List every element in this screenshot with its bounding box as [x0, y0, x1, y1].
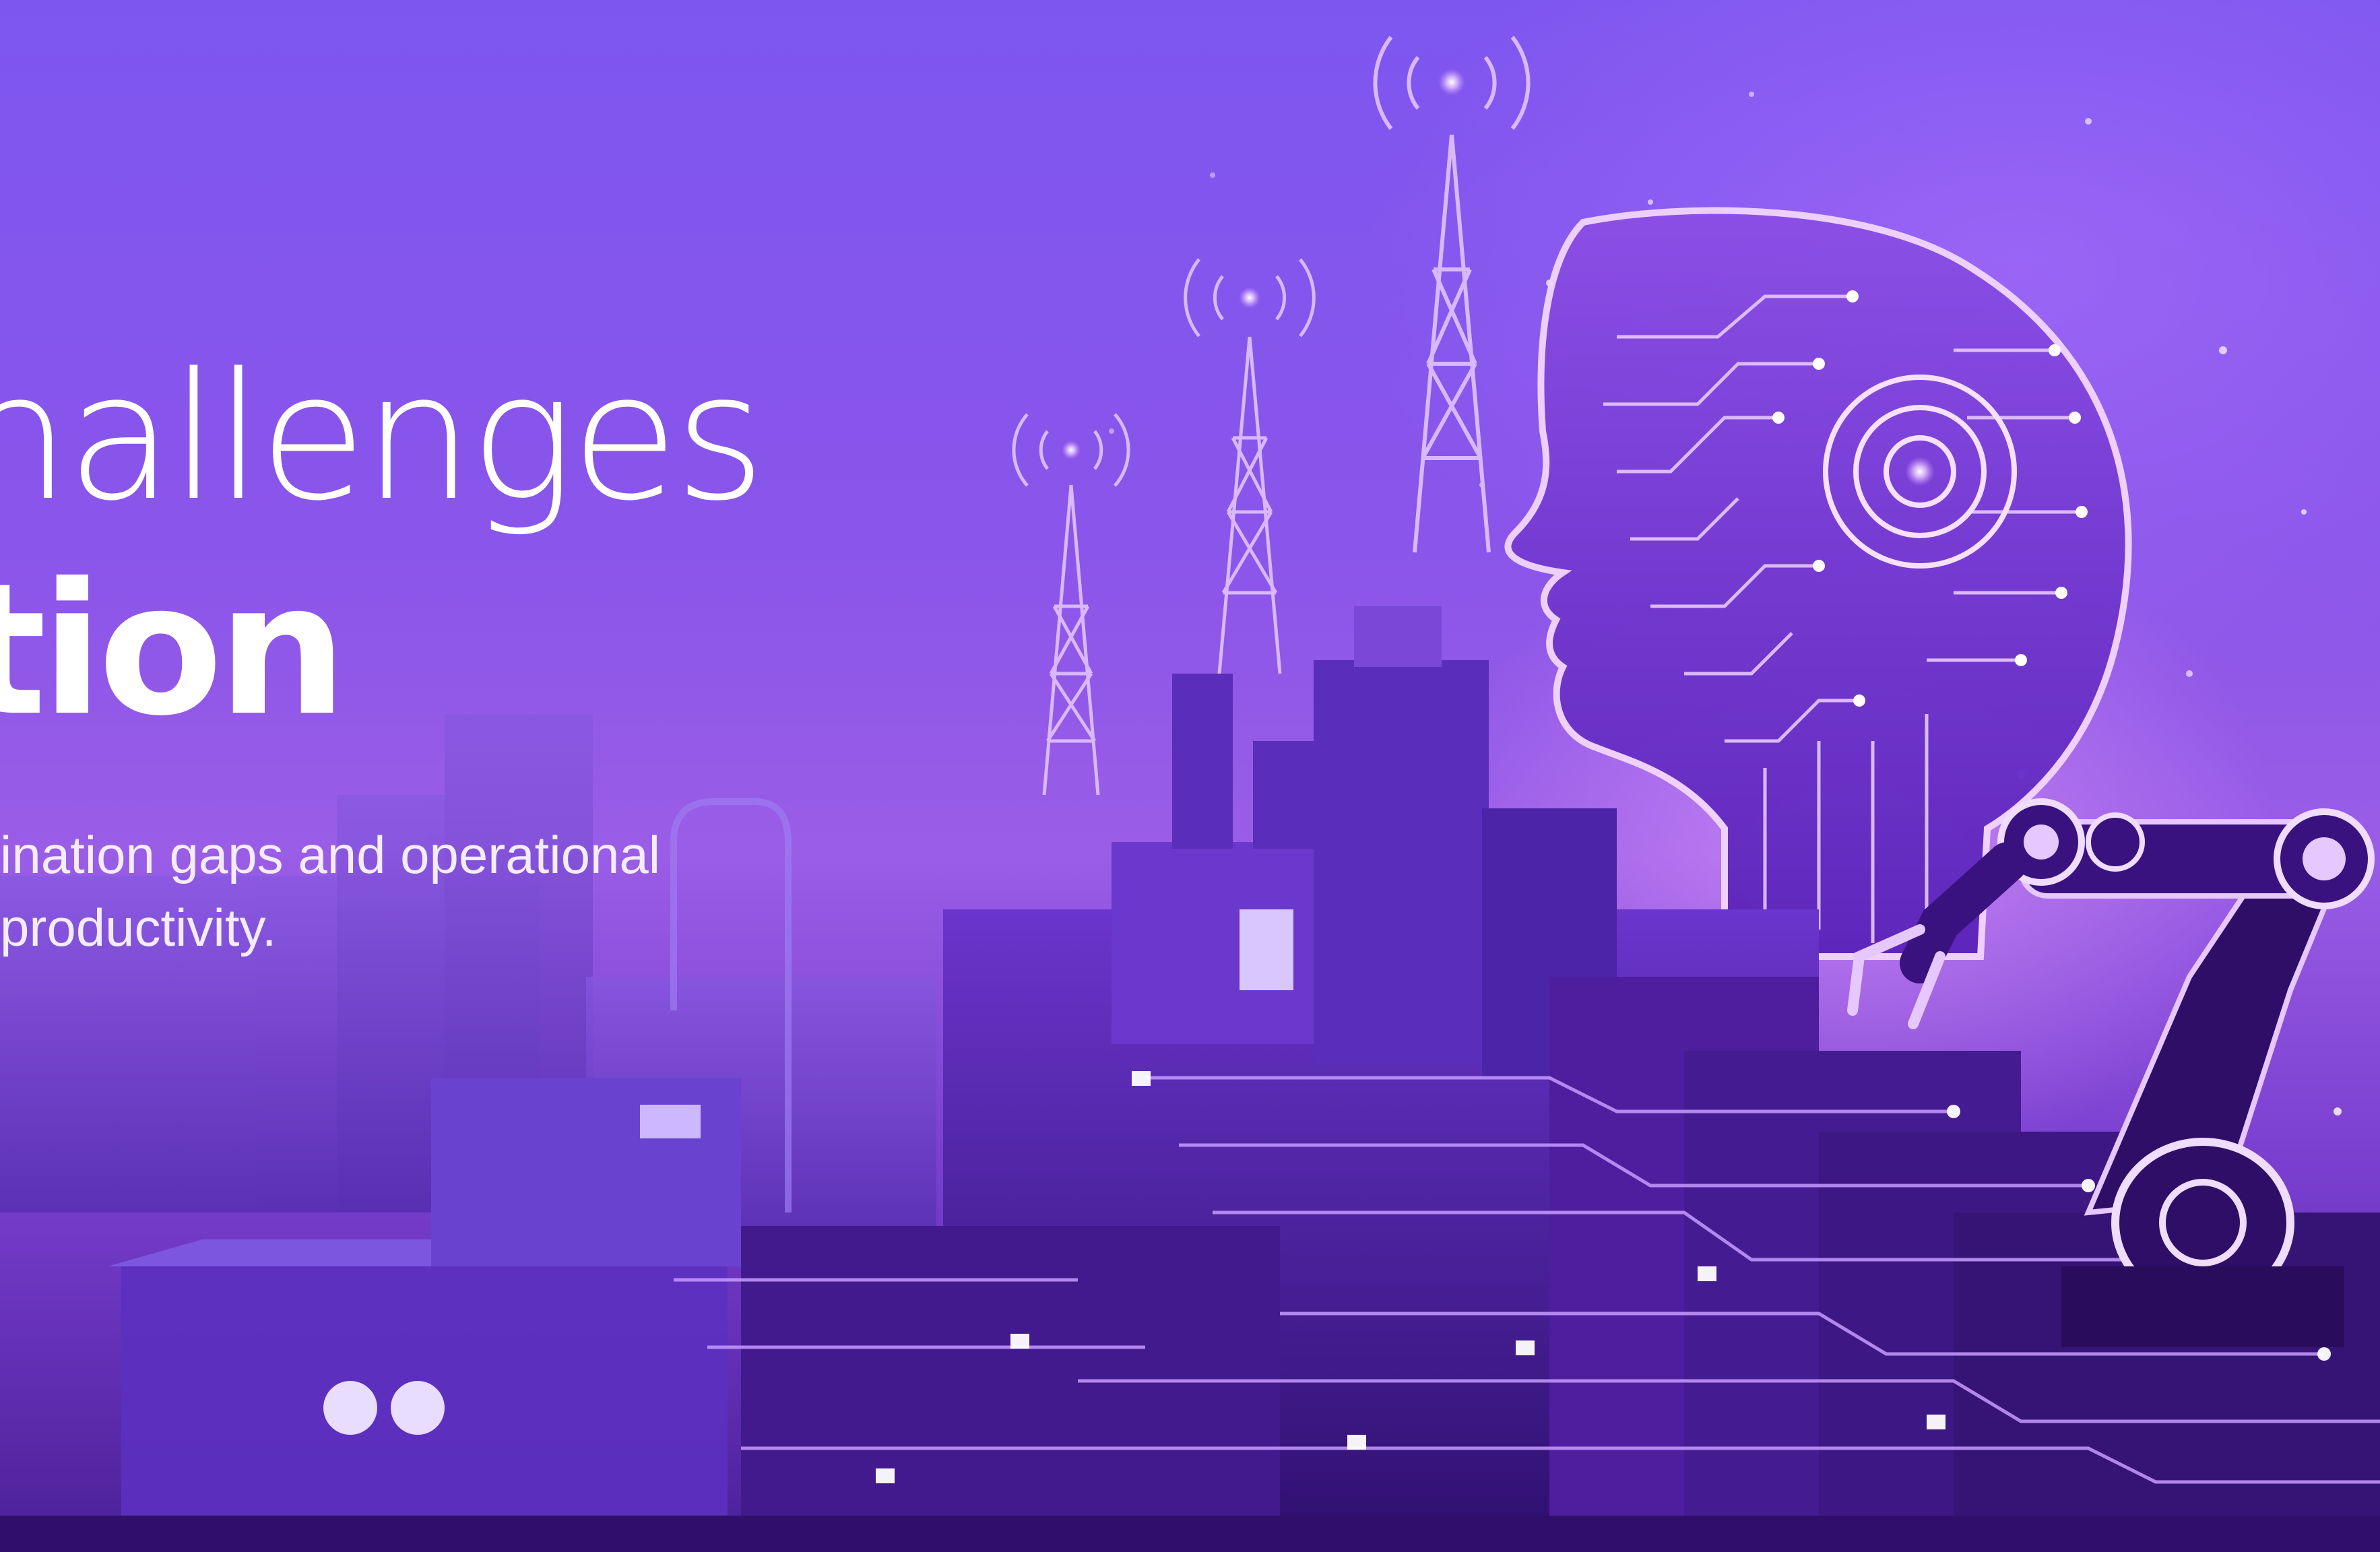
hero-banner: hallenges tion ination gaps and operatio… — [0, 0, 2380, 1552]
subtitle-line-2: productivity. — [0, 898, 277, 957]
subtitle-line-1: ination gaps and operational — [0, 825, 661, 884]
signal-tower-icon — [1012, 413, 1130, 796]
hero-illustration — [0, 36, 2380, 1552]
signal-tower-icon — [1373, 36, 1531, 553]
signal-tower-icon — [1184, 258, 1316, 674]
headline-line-2: tion — [0, 544, 347, 756]
headline-line-1: hallenges — [0, 336, 766, 540]
